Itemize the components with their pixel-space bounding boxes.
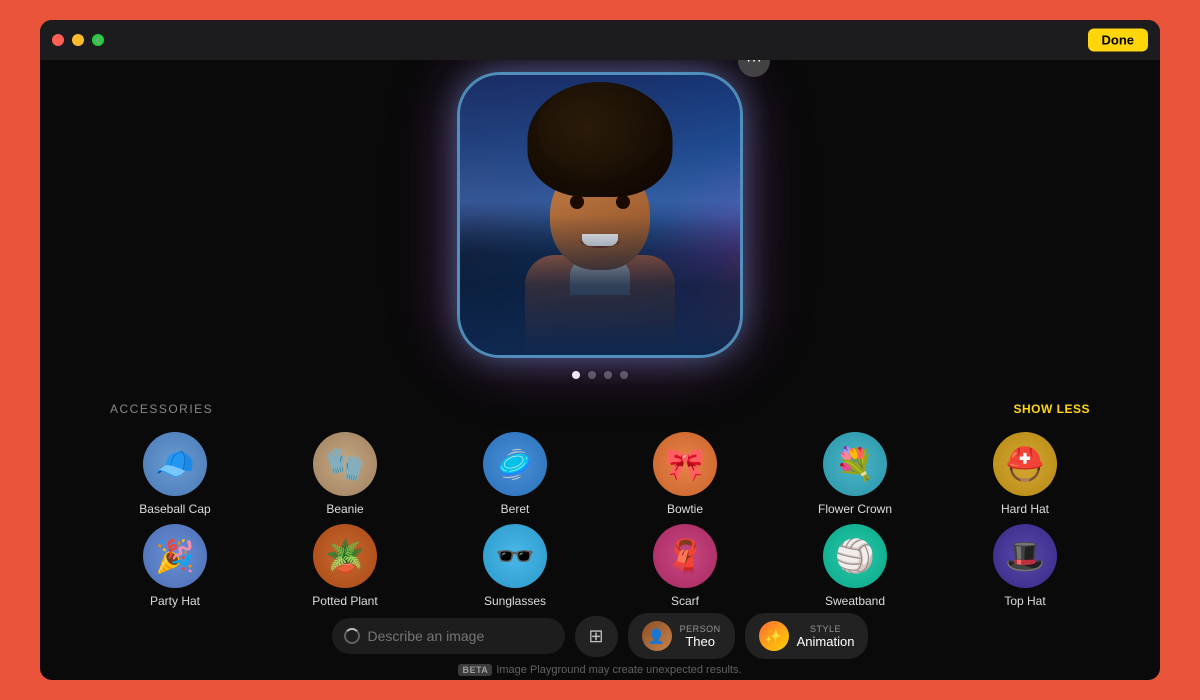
top-hat-label: Top Hat (1004, 594, 1045, 608)
beta-notice: BETA Image Playground may create unexpec… (458, 664, 741, 680)
image-container: ··· (460, 75, 740, 355)
beta-badge: BETA (458, 664, 492, 676)
accessories-grid: 🧢 Baseball Cap 🧤 Beanie 🥏 Beret 🎀 Bowtie… (100, 432, 1100, 608)
style-label: STYLE (797, 624, 855, 634)
dot-2[interactable] (588, 371, 596, 379)
person-pill-text: PERSON Theo (680, 624, 721, 649)
style-pill[interactable]: ✨ STYLE Animation (745, 613, 869, 659)
dot-3[interactable] (604, 371, 612, 379)
person-avatar: 👤 (642, 621, 672, 651)
beret-label: Beret (501, 502, 530, 516)
accessory-baseball-cap[interactable]: 🧢 Baseball Cap (139, 432, 210, 516)
baseball-cap-icon: 🧢 (143, 432, 207, 496)
ellipsis-icon: ··· (746, 60, 762, 70)
flower-crown-label: Flower Crown (818, 502, 892, 516)
accessory-top-hat[interactable]: 🎩 Top Hat (993, 524, 1057, 608)
accessory-beanie[interactable]: 🧤 Beanie (313, 432, 377, 516)
sweatband-icon: 🏐 (823, 524, 887, 588)
beanie-label: Beanie (326, 502, 363, 516)
bowtie-label: Bowtie (667, 502, 703, 516)
accessory-bowtie[interactable]: 🎀 Bowtie (653, 432, 717, 516)
accessory-scarf[interactable]: 🧣 Scarf (653, 524, 717, 608)
bottom-bar: ⊞ 👤 PERSON Theo ✨ STYLE Animation (312, 608, 889, 664)
beanie-icon: 🧤 (313, 432, 377, 496)
minimize-button[interactable] (72, 34, 84, 46)
potted-plant-label: Potted Plant (312, 594, 377, 608)
style-value: Animation (797, 634, 855, 649)
style-pill-text: STYLE Animation (797, 624, 855, 649)
image-icon: ⊞ (589, 626, 604, 646)
hard-hat-icon: ⛑️ (993, 432, 1057, 496)
back-button[interactable]: ‹ (95, 30, 101, 51)
person-pill[interactable]: 👤 PERSON Theo (628, 613, 735, 659)
scarf-label: Scarf (671, 594, 699, 608)
close-button[interactable] (52, 34, 64, 46)
accessory-party-hat[interactable]: 🎉 Party Hat (143, 524, 207, 608)
beta-text: Image Playground may create unexpected r… (496, 664, 741, 676)
flower-crown-icon: 💐 (823, 432, 887, 496)
sweatband-label: Sweatband (825, 594, 885, 608)
accessories-title: ACCESSORIES (110, 402, 213, 416)
party-hat-icon: 🎉 (143, 524, 207, 588)
mountain-background (460, 215, 740, 355)
accessories-section: ACCESSORIES SHOW LESS 🧢 Baseball Cap 🧤 B… (40, 402, 1160, 608)
sunglasses-label: Sunglasses (484, 594, 546, 608)
person-label: PERSON (680, 624, 721, 634)
input-wrapper (332, 618, 565, 654)
dot-4[interactable] (620, 371, 628, 379)
titlebar: ‹ Done (40, 20, 1160, 60)
more-options-button[interactable]: ··· (738, 60, 770, 77)
beret-icon: 🥏 (483, 432, 547, 496)
scarf-icon: 🧣 (653, 524, 717, 588)
accessory-flower-crown[interactable]: 💐 Flower Crown (818, 432, 892, 516)
accessory-beret[interactable]: 🥏 Beret (483, 432, 547, 516)
potted-plant-icon: 🪴 (313, 524, 377, 588)
image-picker-button[interactable]: ⊞ (575, 616, 618, 657)
accessory-hard-hat[interactable]: ⛑️ Hard Hat (993, 432, 1057, 516)
baseball-cap-label: Baseball Cap (139, 502, 210, 516)
sunglasses-icon: 🕶️ (483, 524, 547, 588)
accessory-sunglasses[interactable]: 🕶️ Sunglasses (483, 524, 547, 608)
accessory-sweatband[interactable]: 🏐 Sweatband (823, 524, 887, 608)
top-hat-icon: 🎩 (993, 524, 1057, 588)
dot-1[interactable] (572, 371, 580, 379)
done-button[interactable]: Done (1088, 29, 1149, 52)
show-less-button[interactable]: SHOW LESS (1013, 402, 1090, 416)
image-dots (572, 371, 628, 379)
accessory-potted-plant[interactable]: 🪴 Potted Plant (312, 524, 377, 608)
hard-hat-label: Hard Hat (1001, 502, 1049, 516)
bowtie-icon: 🎀 (653, 432, 717, 496)
accessories-header: ACCESSORIES SHOW LESS (100, 402, 1100, 416)
main-window: ‹ Done ··· (40, 20, 1160, 680)
content-area: ··· (40, 60, 1160, 680)
party-hat-label: Party Hat (150, 594, 200, 608)
generated-image (460, 75, 740, 355)
person-value: Theo (680, 634, 721, 649)
describe-input[interactable] (332, 618, 565, 654)
image-area: ··· (40, 60, 1160, 402)
style-avatar: ✨ (759, 621, 789, 651)
